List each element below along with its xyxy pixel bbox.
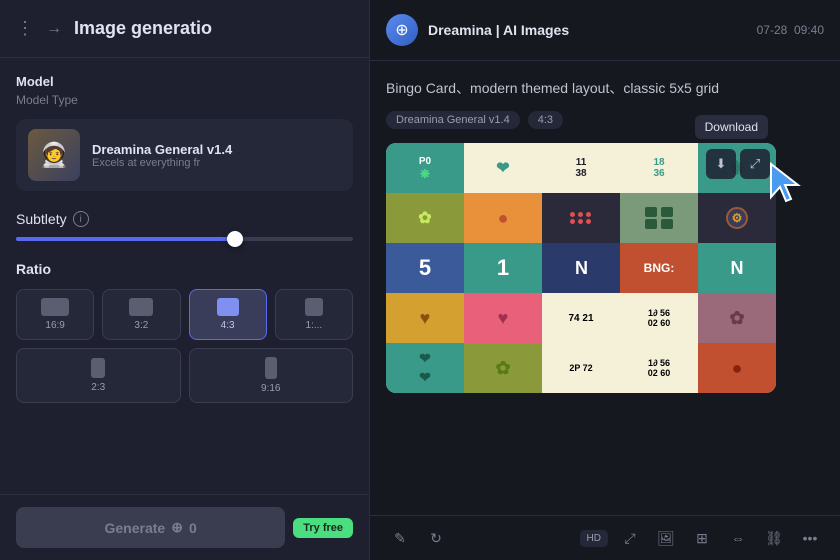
crop-button[interactable]: ⊞: [688, 524, 716, 552]
generate-button[interactable]: Generate ⊕ 0: [16, 507, 285, 548]
cell-r3c1: 5: [386, 243, 464, 293]
chat-datetime: 07-28 09:40: [757, 23, 824, 37]
refresh-button[interactable]: ↻: [422, 524, 450, 552]
subtlety-row: Subtlety i: [16, 211, 353, 227]
ratio-tag: 4:3: [528, 111, 563, 129]
link-button[interactable]: ⛓: [760, 524, 788, 552]
edit-button[interactable]: ✎: [386, 524, 414, 552]
app-logo: ⊕: [386, 14, 418, 46]
header-title: Image generatio: [74, 18, 212, 39]
model-info: Dreamina General v1.4 Excels at everythi…: [92, 142, 341, 169]
model-tag: Dreamina General v1.4: [386, 111, 520, 129]
generate-label: Generate: [105, 520, 166, 536]
info-icon: i: [73, 211, 89, 227]
slider-track: [16, 237, 353, 241]
chat-header: ⊕ Dreamina | AI Images 07-28 09:40: [370, 0, 840, 61]
cell-r2c1: ✿: [386, 193, 464, 243]
try-free-badge[interactable]: Try free: [293, 518, 353, 538]
image-button[interactable]: 🖼: [652, 524, 680, 552]
ratio-icon-16-9: [41, 298, 69, 316]
model-section-label: Model: [16, 74, 353, 89]
prompt-text: Bingo Card、modern themed layout、classic …: [386, 77, 824, 99]
more-button[interactable]: •••: [796, 524, 824, 552]
cell-r5c1: ❤ ❤: [386, 343, 464, 393]
cell-r3c3: N: [542, 243, 620, 293]
ratio-text-9-16: 9:16: [261, 383, 280, 394]
cell-r5c4: 1∂ 5602 60: [620, 343, 698, 393]
menu-icon[interactable]: ⋮: [16, 18, 34, 39]
cell-r1c1: P0❋: [386, 143, 464, 193]
cell-r4c4: 1∂ 5602 60: [620, 293, 698, 343]
ratio-text-1-1: 1:...: [306, 320, 323, 331]
ratio-grid-bottom: 2:3 9:16: [16, 348, 353, 403]
left-header: ⋮ → Image generatio: [0, 0, 369, 58]
ratio-4-3[interactable]: 4:3: [189, 289, 267, 340]
cell-r5c2: ✿: [464, 343, 542, 393]
ratio-text-2-3: 2:3: [91, 382, 105, 393]
cell-r4c2: ♥: [464, 293, 542, 343]
cell-r5c5: ●: [698, 343, 776, 393]
image-toolbar: ⬇ ⤢: [706, 149, 770, 179]
left-content: Model Model Type 🧑‍🚀 Dreamina General v1…: [0, 58, 369, 560]
slider-thumb[interactable]: [227, 231, 243, 247]
ratio-grid-top: 16:9 3:2 4:3 1:...: [16, 289, 353, 340]
expand-all-button[interactable]: ⤢: [616, 524, 644, 552]
app-name: Dreamina | AI Images: [428, 22, 569, 38]
download-tooltip: Download: [695, 115, 768, 139]
cursor-arrow: [766, 159, 806, 214]
cell-r3c2: 1: [464, 243, 542, 293]
generate-cost: 0: [189, 520, 197, 536]
left-panel: ⋮ → Image generatio Model Model Type 🧑‍🚀…: [0, 0, 370, 560]
cell-r5c3: 2P 72: [542, 343, 620, 393]
cell-r4c1: ♥: [386, 293, 464, 343]
cell-r1c4: 1836: [620, 143, 698, 193]
generate-bar: Generate ⊕ 0 Try free: [0, 494, 369, 560]
cell-r3c5: N: [698, 243, 776, 293]
ratio-label: Ratio: [16, 261, 353, 277]
cell-r4c5: ✿: [698, 293, 776, 343]
resize-button[interactable]: ⇔: [724, 524, 752, 552]
bottom-actions-bar: ✎ ↻ HD ⤢ 🖼 ⊞ ⇔ ⛓ •••: [370, 515, 840, 560]
model-desc: Excels at everything fr: [92, 157, 341, 169]
right-panel: ⊕ Dreamina | AI Images 07-28 09:40 Bingo…: [370, 0, 840, 560]
generate-icon: ⊕: [171, 519, 183, 536]
ratio-9-16[interactable]: 9:16: [189, 348, 354, 403]
ratio-icon-1-1: [305, 298, 323, 316]
model-thumbnail: 🧑‍🚀: [28, 129, 80, 181]
ratio-text-3-2: 3:2: [134, 320, 148, 331]
model-card[interactable]: 🧑‍🚀 Dreamina General v1.4 Excels at ever…: [16, 119, 353, 191]
image-wrapper: Download P0❋ ❤ 1138 1836 ❋: [386, 143, 776, 393]
download-button[interactable]: ⬇: [706, 149, 736, 179]
ratio-1-1[interactable]: 1:...: [275, 289, 353, 340]
cell-r1c2: ❤: [464, 143, 542, 193]
ratio-text-4-3: 4:3: [221, 320, 235, 331]
cell-r3c4: BNG:: [620, 243, 698, 293]
cell-r2c5: ⚙: [698, 193, 776, 243]
cell-r2c2: ●: [464, 193, 542, 243]
arrow-right-icon[interactable]: →: [46, 20, 62, 38]
chat-content: Bingo Card、modern themed layout、classic …: [370, 61, 840, 515]
ratio-icon-2-3: [91, 358, 105, 378]
hd-tag[interactable]: HD: [580, 530, 608, 547]
slider-fill: [16, 237, 235, 241]
subtlety-label: Subtlety: [16, 211, 67, 227]
subtlety-slider[interactable]: [16, 237, 353, 241]
cell-r1c3: 1138: [542, 143, 620, 193]
ratio-icon-3-2: [129, 298, 153, 316]
ratio-2-3[interactable]: 2:3: [16, 348, 181, 403]
ratio-icon-9-16: [265, 357, 277, 379]
ratio-text-16-9: 16:9: [45, 320, 64, 331]
cell-r4c3: 74 21: [542, 293, 620, 343]
cell-r2c4: [620, 193, 698, 243]
ratio-3-2[interactable]: 3:2: [102, 289, 180, 340]
bingo-card-image: P0❋ ❤ 1138 1836 ❋ ✿ ●: [386, 143, 776, 393]
ratio-16-9[interactable]: 16:9: [16, 289, 94, 340]
model-name: Dreamina General v1.4: [92, 142, 341, 157]
cell-r2c3: [542, 193, 620, 243]
ratio-icon-4-3: [217, 298, 239, 316]
model-type-label: Model Type: [16, 93, 353, 107]
